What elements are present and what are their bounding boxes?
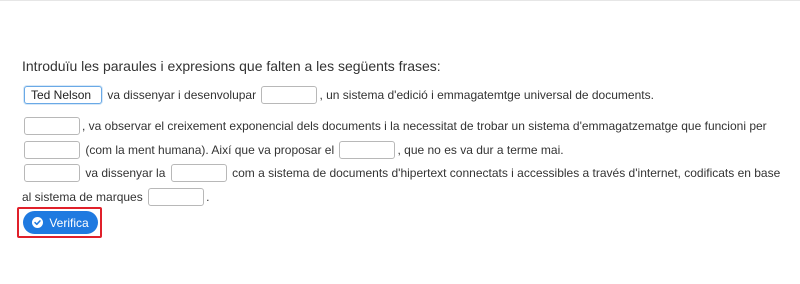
- sentence-2: , va observar el creixement exponencial …: [22, 114, 782, 162]
- sentence-3-text-c: .: [206, 190, 210, 204]
- sentence-1-text-a: va dissenyar i desenvolupar: [107, 88, 257, 102]
- sentence-3: va dissenyar la com a sistema de documen…: [22, 161, 782, 209]
- verify-button[interactable]: Verifica: [23, 211, 98, 234]
- sentence-2-text-c: , que no es va dur a terme mai.: [397, 143, 564, 157]
- verify-button-label: Verifica: [49, 215, 89, 230]
- blank-3-3[interactable]: [148, 187, 205, 206]
- sentence-3-text-a: va dissenyar la: [85, 166, 166, 180]
- blank-2-2[interactable]: [24, 140, 80, 159]
- sentence-1-text-b: , un sistema d'edició i emmagatemtge uni…: [319, 88, 654, 102]
- check-circle-icon: [32, 217, 44, 228]
- sentence-2-text-a: , va observar el creixement exponencial …: [82, 119, 767, 133]
- top-divider: [0, 0, 800, 1]
- blank-2-3[interactable]: [339, 140, 396, 159]
- blank-1-1[interactable]: Ted Nelson: [24, 85, 102, 104]
- blank-2-1[interactable]: [24, 116, 80, 135]
- blank-3-2[interactable]: [170, 163, 227, 182]
- blank-3-1[interactable]: [24, 163, 80, 182]
- blank-1-2[interactable]: [261, 85, 318, 104]
- instruction-text: Introduïu les paraules i expresions que …: [22, 58, 441, 74]
- sentence-2-text-b: (com la ment humana). Així que va propos…: [85, 143, 335, 157]
- sentence-1: Ted Nelson va dissenyar i desenvolupar ,…: [22, 83, 782, 107]
